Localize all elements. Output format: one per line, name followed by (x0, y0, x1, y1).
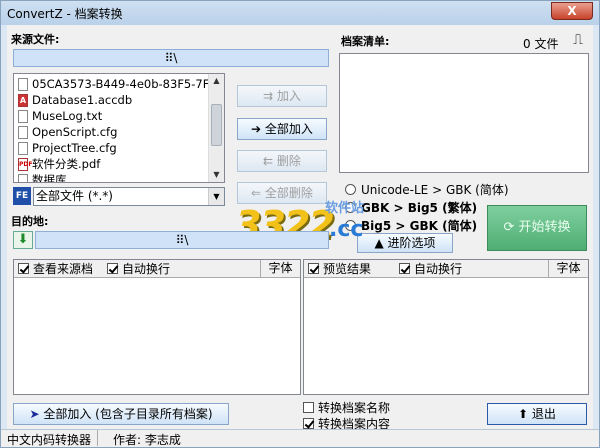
file-icon (18, 125, 28, 139)
conv-option-2[interactable]: GBK > Big5 (繁体) (345, 199, 477, 216)
add-all-button[interactable]: ➔ 全部加入 (237, 118, 327, 140)
list-item[interactable]: A Database1.accdb (18, 92, 132, 108)
source-label: 来源文件: (11, 33, 60, 46)
rename-option[interactable]: 转换档案名称 (303, 399, 390, 416)
advanced-button[interactable]: ▲ 进阶选项 (357, 233, 453, 253)
delete-all-button[interactable]: ⇐ 全部删除 (237, 182, 327, 204)
auto-wrap-checkbox[interactable] (399, 263, 411, 274)
status-divider (97, 430, 98, 446)
file-icon (18, 77, 28, 91)
file-filter-select[interactable]: 全部文件 (*.*) ▼ (33, 187, 225, 206)
auto-wrap-label: 自动换行 (414, 262, 463, 276)
dest-path-bar[interactable]: ⠿\ (35, 231, 329, 249)
preview-checkbox[interactable] (308, 263, 319, 274)
auto-wrap-checkbox[interactable] (107, 263, 119, 274)
delete-icon: ⇇ (263, 154, 277, 168)
arrow-right-icon: ➔ (251, 122, 265, 136)
file-icon (18, 109, 28, 123)
add-all-subdirs-button[interactable]: ➤ 全部加入 (包含子目录所有档案) (13, 403, 229, 425)
pdf-icon: PDF (18, 157, 32, 171)
exit-button[interactable]: ⬆ 退出 (487, 403, 587, 425)
list-item[interactable]: PDF 软件分类.pdf (18, 156, 100, 172)
access-db-icon: A (18, 93, 28, 107)
list-item[interactable]: 数据库 ... (18, 172, 81, 182)
scroll-thumb[interactable] (211, 104, 222, 146)
convert-content-checkbox[interactable] (303, 418, 314, 429)
source-path-bar[interactable]: ⠿\ (13, 49, 329, 67)
radio[interactable] (345, 202, 356, 213)
add-button[interactable]: ⇉ 加入 (237, 85, 327, 107)
font-button[interactable]: 字体 (260, 260, 300, 277)
file-list-panel[interactable] (339, 53, 589, 173)
start-convert-button[interactable]: ⟳ 开始转换 (487, 205, 587, 251)
list-item[interactable]: OpenScript.cfg (18, 124, 117, 140)
auto-wrap-label: 自动换行 (122, 262, 171, 276)
scroll-down-icon[interactable]: ▼ (211, 170, 222, 180)
play-arrow-icon: ➤ (29, 407, 44, 421)
source-path: \ (173, 51, 178, 65)
rename-checkbox[interactable] (303, 402, 314, 413)
chevron-down-icon[interactable]: ▼ (208, 188, 224, 205)
conv-option-1[interactable]: Unicode-LE > GBK (简体) (345, 181, 509, 198)
preview-label: 预览结果 (323, 262, 372, 276)
conv-option-3[interactable]: Big5 > GBK (简体) (345, 217, 477, 234)
add-icon: ⇉ (263, 89, 277, 103)
view-source-label: 查看来源档 (33, 262, 94, 276)
file-icon (18, 141, 28, 155)
list-scrollbar[interactable]: ▲ ▼ (208, 74, 224, 182)
status-bar: 中文内码转换器 作者: 李志成 (1, 429, 599, 447)
folder-icon (18, 173, 28, 182)
result-preview-header: 预览结果 自动换行 字体 (304, 260, 588, 278)
source-preview-panel[interactable]: 查看来源档 自动换行 字体 (13, 259, 301, 395)
list-item[interactable]: MuseLog.txt (18, 108, 102, 124)
title-bar[interactable]: ConvertZ - 档案转换 X (1, 1, 599, 25)
scroll-up-icon[interactable]: ▲ (211, 76, 222, 86)
result-preview-panel[interactable]: 预览结果 自动换行 字体 (303, 259, 589, 395)
radio[interactable] (345, 184, 356, 195)
filelist-label: 档案清单: (341, 35, 390, 48)
delete-button[interactable]: ⇇ 删除 (237, 150, 327, 172)
file-count: 0 文件 (523, 37, 559, 51)
exit-arrow-icon: ⬆ (518, 407, 532, 421)
window-title: ConvertZ - 档案转换 (7, 7, 123, 21)
font-button[interactable]: 字体 (548, 260, 588, 277)
dest-path: \ (184, 233, 189, 247)
dest-label: 目的地: (11, 215, 49, 228)
list-item[interactable]: ProjectTree.cfg (18, 140, 117, 156)
clear-list-icon[interactable]: ⎍ (569, 31, 587, 49)
view-source-checkbox[interactable] (18, 263, 29, 274)
app-window: ConvertZ - 档案转换 X 来源文件: ⠿\ 05CA3573-B449… (0, 0, 600, 448)
status-app-name: 中文内码转换器 (7, 433, 92, 447)
radio[interactable] (345, 220, 356, 231)
source-file-list[interactable]: 05CA3573-B449-4e0b-83F5-7FD612 A Database… (13, 73, 225, 183)
source-preview-header: 查看来源档 自动换行 字体 (14, 260, 300, 278)
filter-badge: FE (13, 187, 31, 205)
file-filter-value: 全部文件 (*.*) (36, 189, 113, 203)
status-author: 作者: 李志成 (113, 433, 181, 447)
down-arrow-icon[interactable]: ⬇ (13, 231, 33, 249)
close-button[interactable]: X (551, 2, 593, 20)
list-item[interactable]: 05CA3573-B449-4e0b-83F5-7FD612 (18, 76, 224, 92)
refresh-icon: ⟳ (503, 220, 519, 235)
up-arrow-icon: ▲ (374, 236, 388, 250)
client-area: 来源文件: ⠿\ 05CA3573-B449-4e0b-83F5-7FD612 … (7, 25, 593, 431)
delete-all-icon: ⇐ (251, 186, 265, 200)
